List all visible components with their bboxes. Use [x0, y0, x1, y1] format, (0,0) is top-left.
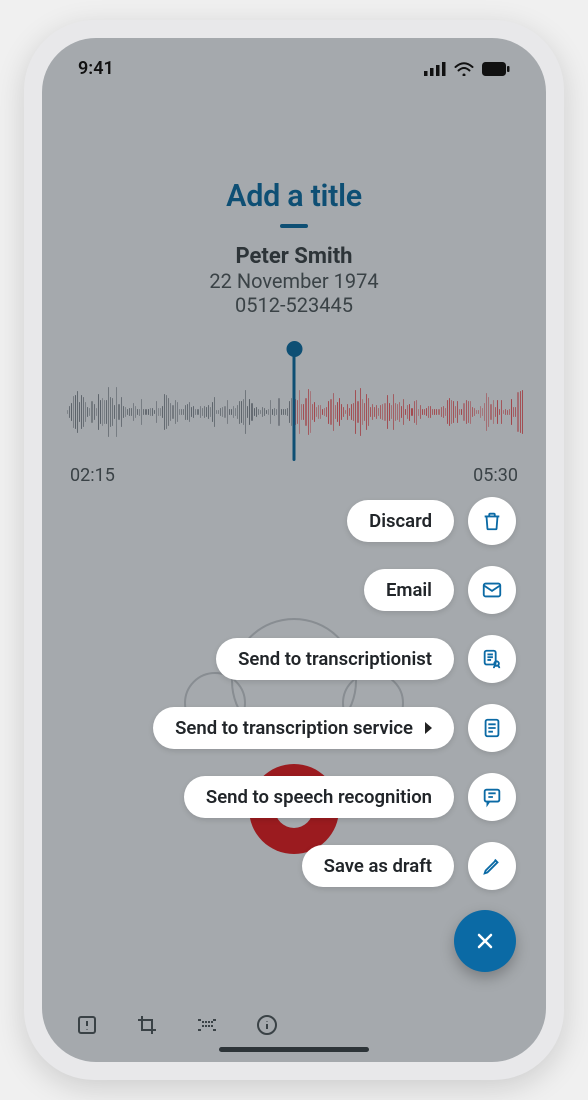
person-doc-icon[interactable]: [468, 635, 516, 683]
time-current: 02:15: [70, 465, 115, 486]
time-row: 02:15 05:30: [42, 457, 546, 486]
cellular-icon: [424, 62, 446, 76]
patient-name: Peter Smith: [42, 244, 546, 269]
menu-item-transcriptionist[interactable]: Send to transcriptionist: [216, 635, 516, 683]
priority-tool[interactable]: [72, 1010, 102, 1040]
battery-icon: [482, 62, 510, 76]
patient-id: 0512-523445: [42, 293, 546, 317]
title-input[interactable]: Add a title: [42, 179, 546, 214]
playhead[interactable]: [293, 355, 296, 461]
menu-item-email[interactable]: Email: [364, 566, 516, 614]
status-right: [424, 62, 510, 76]
close-icon: [473, 929, 497, 953]
bottom-toolbar: [42, 1010, 546, 1040]
dictation-header: Add a title Peter Smith 22 November 1974…: [42, 179, 546, 317]
pencil-icon[interactable]: [468, 842, 516, 890]
barcode-tool[interactable]: [192, 1010, 222, 1040]
home-indicator[interactable]: [219, 1047, 369, 1052]
menu-item-save-draft[interactable]: Save as draft: [302, 842, 516, 890]
menu-label: Send to transcription service: [175, 717, 413, 739]
action-menu: Discard Email Send to transcriptionist S…: [153, 497, 516, 890]
title-underline: [280, 224, 308, 228]
waveform[interactable]: [42, 367, 546, 457]
trash-icon[interactable]: [468, 497, 516, 545]
wifi-icon: [454, 62, 474, 76]
time-total: 05:30: [473, 465, 518, 486]
speech-icon[interactable]: [468, 773, 516, 821]
menu-item-speech-recognition[interactable]: Send to speech recognition: [184, 773, 516, 821]
menu-label: Email: [386, 579, 432, 601]
close-menu-fab[interactable]: [454, 910, 516, 972]
menu-label: Send to transcriptionist: [238, 648, 432, 670]
status-time: 9:41: [78, 58, 114, 79]
menu-label: Send to speech recognition: [206, 786, 432, 808]
phone-screen: 9:41 Add a title Peter Smith 22 November…: [42, 38, 546, 1062]
document-icon[interactable]: [468, 704, 516, 752]
info-tool[interactable]: [252, 1010, 282, 1040]
crop-tool[interactable]: [132, 1010, 162, 1040]
status-bar: 9:41: [42, 38, 546, 89]
patient-date: 22 November 1974: [42, 269, 546, 293]
menu-item-discard[interactable]: Discard: [347, 497, 516, 545]
mail-icon[interactable]: [468, 566, 516, 614]
menu-label: Discard: [369, 510, 432, 532]
menu-label: Save as draft: [324, 855, 432, 877]
menu-item-transcription-service[interactable]: Send to transcription service: [153, 704, 516, 752]
chevron-right-icon: [425, 722, 432, 734]
phone-frame: 9:41 Add a title Peter Smith 22 November…: [24, 20, 564, 1080]
